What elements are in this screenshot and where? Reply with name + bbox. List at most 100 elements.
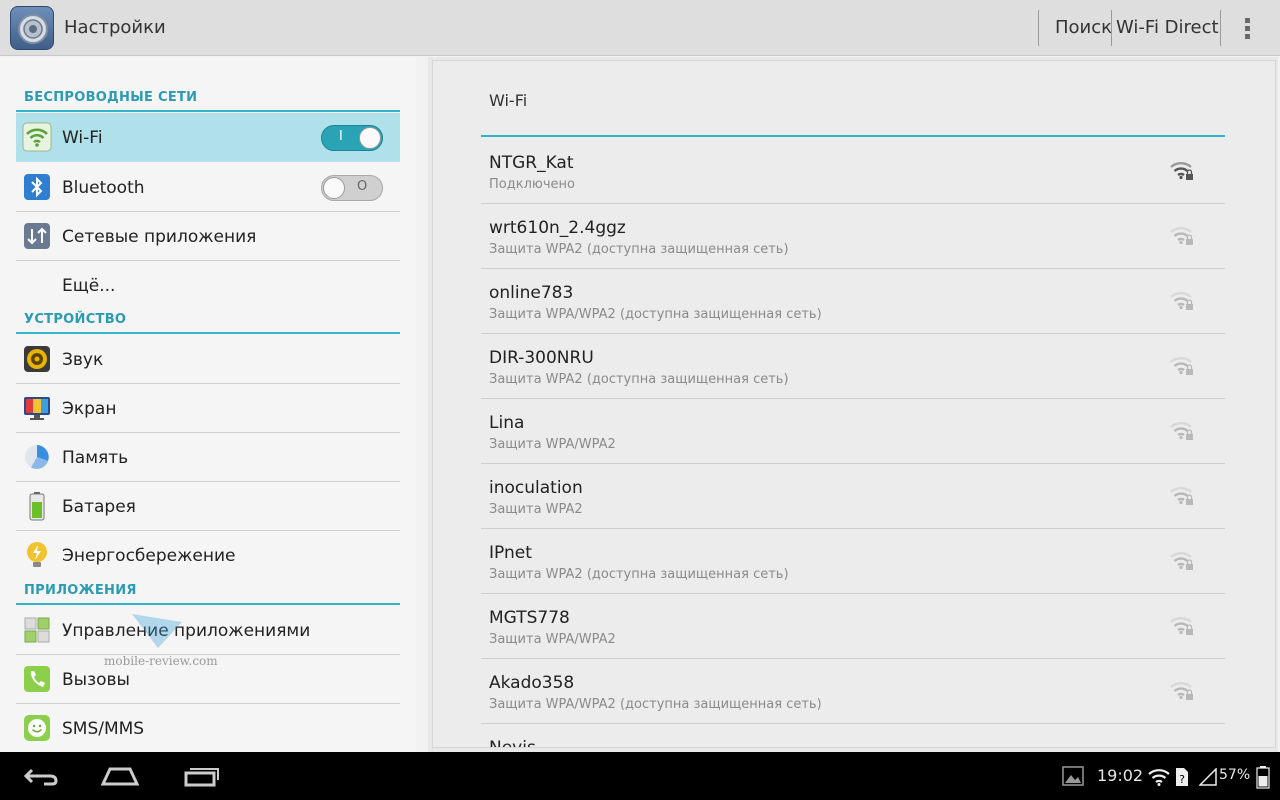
back-icon[interactable] (22, 764, 60, 788)
network-row[interactable]: inoculation Защита WPA2 (481, 464, 1225, 529)
toggle-off-glyph: O (357, 179, 368, 194)
network-apps-icon (24, 223, 50, 249)
sidebar-item-sms[interactable]: SMS/MMS (16, 704, 400, 753)
network-status: Защита WPA/WPA2 (доступна защищенная сет… (489, 307, 822, 322)
navigation-bar: 19:02 ? 57% (0, 752, 1280, 800)
sidebar-item-label: Память (62, 448, 129, 468)
locked-wifi-signal-icon (1169, 743, 1195, 748)
network-ssid: inoculation (489, 478, 583, 498)
network-row[interactable]: NTGR_Kat Подключено (481, 139, 1225, 204)
sidebar-item-storage[interactable]: Память (16, 433, 400, 482)
locked-wifi-signal-icon (1170, 162, 1193, 180)
divider (1038, 10, 1039, 46)
locked-wifi-signal-icon (1170, 357, 1193, 375)
network-row[interactable]: DIR-300NRU Защита WPA2 (доступна защищенн… (481, 334, 1225, 399)
locked-wifi-signal-icon (1170, 422, 1193, 440)
network-row[interactable]: online783 Защита WPA/WPA2 (доступна защищ… (481, 269, 1225, 334)
sidebar-item-label: Сетевые приложения (62, 227, 257, 247)
network-status: Защита WPA2 (доступна защищенная сеть) (489, 372, 789, 387)
recent-apps-icon[interactable] (182, 764, 220, 788)
network-status: Защита WPA/WPA2 (489, 437, 616, 452)
network-status: Защита WPA2 (489, 502, 583, 517)
search-button[interactable]: Поиск (1055, 17, 1112, 38)
sms-icon (24, 715, 50, 741)
watermark-logo-icon (132, 614, 182, 648)
sidebar-item-label: Bluetooth (62, 178, 145, 198)
status-time: 19:02 (1097, 766, 1144, 785)
sidebar-item-label: SMS/MMS (62, 719, 145, 739)
network-row[interactable]: Akado358 Защита WPA/WPA2 (доступна защище… (481, 659, 1225, 724)
locked-wifi-signal-icon (1170, 292, 1193, 310)
section-header-device: УСТРОЙСТВО (24, 312, 127, 327)
display-icon (24, 397, 50, 420)
svg-text:?: ? (1179, 773, 1185, 786)
wifi-network-list: Wi-Fi NTGR_Kat Подключено wrt610n_2.4ggz За… (432, 60, 1276, 748)
network-ssid: IPnet (489, 543, 532, 563)
bluetooth-toggle[interactable]: O (321, 175, 383, 201)
overflow-menu-icon[interactable] (1241, 16, 1255, 40)
sidebar-item-bluetooth[interactable]: Bluetooth O (16, 163, 400, 212)
network-row[interactable]: Nevis (481, 724, 1225, 748)
locked-wifi-signal-icon (1170, 487, 1193, 505)
network-row[interactable]: wrt610n_2.4ggz Защита WPA2 (доступна защи… (481, 204, 1225, 269)
sidebar-item-network-apps[interactable]: Сетевые приложения (16, 212, 400, 261)
sidebar-item-label: Вызовы (62, 670, 130, 690)
sidebar-item-app-manager[interactable]: Управление приложениями (16, 606, 400, 655)
storage-pie-icon (25, 445, 49, 469)
network-ssid: DIR-300NRU (489, 348, 594, 368)
network-ssid: NTGR_Kat (489, 153, 574, 173)
battery-status-icon (1256, 766, 1270, 789)
locked-wifi-signal-icon (1170, 617, 1193, 635)
panel-title: Wi-Fi (489, 91, 528, 110)
wifi-signal-icon (1148, 769, 1170, 786)
gallery-notification-icon[interactable] (1062, 766, 1084, 786)
network-ssid: MGTS778 (489, 608, 570, 628)
battery-percent: 57% (1219, 767, 1251, 783)
sidebar-item-display[interactable]: Экран (16, 384, 400, 433)
app-manager-icon (24, 617, 50, 643)
settings-sidebar: БЕСПРОВОДНЫЕ СЕТИ Wi-Fi I Bluetooth O Се… (0, 57, 416, 752)
section-header-apps: ПРИЛОЖЕНИЯ (24, 583, 137, 598)
section-header-wireless: БЕСПРОВОДНЫЕ СЕТИ (24, 90, 198, 105)
speaker-icon (24, 346, 50, 372)
network-row[interactable]: Lina Защита WPA/WPA2 (481, 399, 1225, 464)
sidebar-item-battery[interactable]: Батарея (16, 482, 400, 531)
network-status: Защита WPA2 (доступна защищенная сеть) (489, 567, 789, 582)
wifi-panel: Wi-Fi NTGR_Kat Подключено wrt610n_2.4ggz За… (428, 57, 1278, 752)
wifi-icon (22, 122, 52, 152)
wifi-toggle[interactable]: I (321, 125, 383, 151)
divider (481, 135, 1225, 137)
divider (1111, 10, 1112, 46)
phone-icon (24, 666, 50, 692)
sidebar-item-power-saving[interactable]: Энергосбережение (16, 531, 400, 580)
divider (16, 110, 400, 112)
network-row[interactable]: IPnet Защита WPA2 (доступна защищенная се… (481, 529, 1225, 594)
sidebar-item-sound[interactable]: Звук (16, 335, 400, 384)
settings-gear-icon[interactable] (10, 6, 54, 50)
sidebar-item-more[interactable]: Ещё... (16, 261, 400, 310)
home-icon[interactable] (100, 764, 140, 788)
power-saving-bulb-icon (27, 542, 47, 567)
sidebar-item-label: Ещё... (62, 276, 116, 296)
no-sim-icon: ? (1176, 768, 1188, 786)
divider (16, 332, 400, 334)
sidebar-item-label: Батарея (62, 497, 136, 517)
divider (16, 603, 400, 605)
network-status: Защита WPA/WPA2 (489, 632, 616, 647)
network-ssid: Akado358 (489, 673, 575, 693)
sidebar-item-label: Управление приложениями (62, 621, 311, 641)
network-row[interactable]: MGTS778 Защита WPA/WPA2 (481, 594, 1225, 659)
battery-icon (29, 492, 45, 521)
action-bar: Настройки Поиск Wi-Fi Direct (0, 0, 1280, 56)
network-ssid: Nevis (489, 738, 536, 748)
network-status: Защита WPA2 (доступна защищенная сеть) (489, 242, 789, 257)
sidebar-item-label: Экран (62, 399, 117, 419)
page-title: Настройки (64, 17, 166, 38)
sidebar-item-wifi[interactable]: Wi-Fi I (16, 113, 400, 162)
wifi-direct-button[interactable]: Wi-Fi Direct (1116, 17, 1219, 38)
network-ssid: Lina (489, 413, 525, 433)
network-ssid: online783 (489, 283, 574, 303)
toggle-on-glyph: I (339, 129, 343, 144)
locked-wifi-signal-icon (1170, 227, 1193, 245)
divider (1220, 10, 1221, 46)
